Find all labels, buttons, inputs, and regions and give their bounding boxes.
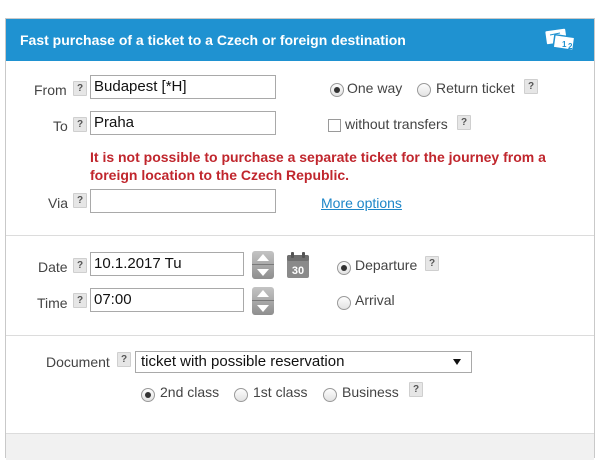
- one-way-radio[interactable]: [330, 83, 344, 97]
- calendar-icon[interactable]: 30: [286, 251, 310, 279]
- date-input[interactable]: 10.1.2017 Tu: [90, 252, 244, 276]
- document-selected-value: ticket with possible reservation: [141, 353, 345, 370]
- date-label: Date: [38, 259, 68, 275]
- without-transfers-checkbox[interactable]: [328, 119, 341, 132]
- time-input[interactable]: 07:00: [90, 288, 244, 312]
- section-divider: [6, 335, 594, 336]
- svg-text:1: 1: [562, 40, 567, 49]
- date-up-icon[interactable]: [257, 254, 269, 261]
- panel-footer: [6, 433, 594, 460]
- chevron-down-icon: [453, 359, 461, 365]
- to-label: To: [53, 118, 68, 134]
- via-label: Via: [48, 195, 68, 211]
- arrival-radio[interactable]: [337, 296, 351, 310]
- more-options-link[interactable]: More options: [321, 195, 402, 211]
- error-message: It is not possible to purchase a separat…: [90, 149, 546, 183]
- class-2nd-label: 2nd class: [160, 384, 220, 400]
- to-help-icon[interactable]: ?: [73, 117, 87, 132]
- time-label: Time: [37, 295, 68, 311]
- one-way-label: One way: [347, 80, 403, 96]
- return-help-icon[interactable]: ?: [524, 79, 538, 94]
- departure-radio[interactable]: [337, 261, 351, 275]
- date-down-icon[interactable]: [257, 269, 269, 276]
- document-select[interactable]: ticket with possible reservation: [135, 351, 472, 373]
- business-label: Business: [342, 384, 399, 400]
- class-1st-label: 1st class: [253, 384, 308, 400]
- business-radio[interactable]: [323, 388, 337, 402]
- class-1st-radio[interactable]: [234, 388, 248, 402]
- svg-text:2: 2: [568, 42, 573, 51]
- time-stepper[interactable]: [252, 287, 274, 315]
- departure-help-icon[interactable]: ?: [425, 256, 439, 271]
- to-input[interactable]: Praha: [90, 111, 276, 135]
- without-transfers-label: without transfers: [345, 116, 448, 132]
- calendar-day: 30: [292, 265, 304, 277]
- from-label: From: [34, 82, 67, 98]
- return-ticket-label: Return ticket: [436, 80, 515, 96]
- ticket-search-panel: Fast purchase of a ticket to a Czech or …: [5, 18, 595, 460]
- document-help-icon[interactable]: ?: [117, 352, 131, 367]
- via-help-icon[interactable]: ?: [73, 193, 87, 208]
- ticket-icon: 1 2: [545, 28, 576, 51]
- panel-title: Fast purchase of a ticket to a Czech or …: [20, 32, 406, 48]
- time-help-icon[interactable]: ?: [73, 293, 87, 308]
- time-down-icon[interactable]: [257, 305, 269, 312]
- from-help-icon[interactable]: ?: [73, 81, 87, 96]
- class-2nd-radio[interactable]: [141, 388, 155, 402]
- date-stepper[interactable]: [252, 251, 274, 279]
- from-input[interactable]: Budapest [*H]: [90, 75, 276, 99]
- departure-label: Departure: [355, 257, 418, 273]
- date-help-icon[interactable]: ?: [73, 258, 87, 273]
- transfers-help-icon[interactable]: ?: [457, 115, 471, 130]
- return-ticket-radio[interactable]: [417, 83, 431, 97]
- time-up-icon[interactable]: [257, 290, 269, 297]
- class-help-icon[interactable]: ?: [409, 382, 423, 397]
- section-divider: [6, 235, 594, 236]
- panel-header: Fast purchase of a ticket to a Czech or …: [6, 19, 594, 61]
- arrival-label: Arrival: [355, 292, 395, 308]
- via-input[interactable]: [90, 189, 276, 213]
- document-label: Document: [46, 354, 110, 370]
